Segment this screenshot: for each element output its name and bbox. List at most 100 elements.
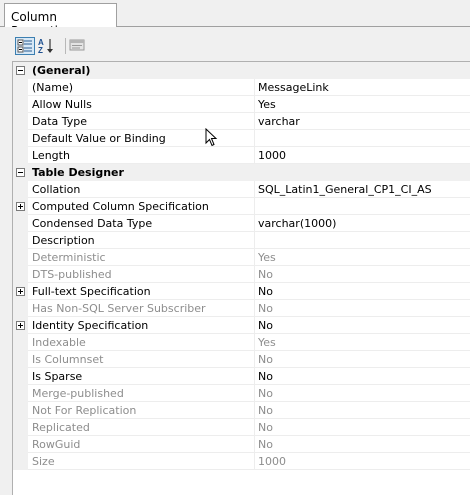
property-value: No xyxy=(258,353,273,366)
property-row[interactable]: Is Columnset No xyxy=(13,351,470,368)
collapse-icon[interactable] xyxy=(16,168,25,177)
property-value-cell[interactable]: 1000 xyxy=(254,147,470,164)
property-name-cell[interactable]: Replicated xyxy=(28,419,254,436)
row-gutter xyxy=(13,96,28,113)
property-row[interactable]: Is Sparse No xyxy=(13,368,470,385)
property-row[interactable]: (Name) MessageLink xyxy=(13,79,470,96)
property-name-cell[interactable]: Computed Column Specification xyxy=(28,198,254,215)
collapse-icon[interactable] xyxy=(16,66,25,75)
row-gutter xyxy=(13,79,28,96)
row-gutter xyxy=(13,334,28,351)
property-grid: (General) (Name) MessageLink Allow Nulls Yes… xyxy=(12,61,470,495)
property-row[interactable]: Replicated No xyxy=(13,419,470,436)
property-toolbar: A Z xyxy=(0,27,470,61)
property-name: Data Type xyxy=(32,115,88,128)
property-value: 1000 xyxy=(258,149,286,162)
property-row[interactable]: Merge-published No xyxy=(13,385,470,402)
row-gutter xyxy=(13,402,28,419)
property-value-cell[interactable]: No xyxy=(254,317,470,334)
tab-column-properties[interactable]: Column Properties xyxy=(4,3,117,38)
property-name-cell[interactable]: Description xyxy=(28,232,254,249)
category-row[interactable]: (General) xyxy=(13,62,470,79)
property-row[interactable]: Collation SQL_Latin1_General_CP1_CI_AS xyxy=(13,181,470,198)
property-name-cell[interactable]: Data Type xyxy=(28,113,254,130)
property-name-cell[interactable]: Deterministic xyxy=(28,249,254,266)
property-row[interactable]: Not For Replication No xyxy=(13,402,470,419)
row-gutter xyxy=(13,419,28,436)
expand-icon[interactable] xyxy=(16,287,25,296)
categorized-button[interactable] xyxy=(15,37,35,55)
property-row[interactable]: Full-text Specification No xyxy=(13,283,470,300)
property-name-cell[interactable]: Indexable xyxy=(28,334,254,351)
property-value-cell[interactable]: varchar(1000) xyxy=(254,215,470,232)
row-gutter xyxy=(13,130,28,147)
property-name-cell[interactable]: Not For Replication xyxy=(28,402,254,419)
property-value-cell[interactable]: No xyxy=(254,368,470,385)
property-value: No xyxy=(258,404,273,417)
property-row[interactable]: Length 1000 xyxy=(13,147,470,164)
alphabetical-button[interactable]: A Z xyxy=(37,37,57,55)
property-value-cell[interactable] xyxy=(254,130,470,147)
property-row[interactable]: DTS-published No xyxy=(13,266,470,283)
property-value: No xyxy=(258,421,273,434)
property-row[interactable]: Description xyxy=(13,232,470,249)
property-name-cell[interactable]: DTS-published xyxy=(28,266,254,283)
property-name-cell[interactable]: Full-text Specification xyxy=(28,283,254,300)
property-row[interactable]: Deterministic Yes xyxy=(13,249,470,266)
property-name-cell[interactable]: Identity Specification xyxy=(28,317,254,334)
property-row[interactable]: Indexable Yes xyxy=(13,334,470,351)
property-name: Replicated xyxy=(32,421,90,434)
property-value-cell[interactable]: varchar xyxy=(254,113,470,130)
expand-icon[interactable] xyxy=(16,321,25,330)
property-name: Default Value or Binding xyxy=(32,132,166,145)
property-value-cell[interactable] xyxy=(254,198,470,215)
property-name-cell[interactable]: RowGuid xyxy=(28,436,254,453)
property-row[interactable]: Default Value or Binding xyxy=(13,130,470,147)
property-row[interactable]: Data Type varchar xyxy=(13,113,470,130)
property-row[interactable]: Identity Specification No xyxy=(13,317,470,334)
property-name-cell[interactable]: Is Columnset xyxy=(28,351,254,368)
row-gutter xyxy=(13,317,28,334)
property-value-cell[interactable]: SQL_Latin1_General_CP1_CI_AS xyxy=(254,181,470,198)
property-name: RowGuid xyxy=(32,438,81,451)
row-gutter xyxy=(13,385,28,402)
property-name-cell[interactable]: Condensed Data Type xyxy=(28,215,254,232)
property-name-cell[interactable]: Default Value or Binding xyxy=(28,130,254,147)
property-row[interactable]: Size 1000 xyxy=(13,453,470,470)
property-name: Merge-published xyxy=(32,387,124,400)
expand-icon[interactable] xyxy=(16,202,25,211)
property-row[interactable]: RowGuid No xyxy=(13,436,470,453)
row-gutter xyxy=(13,232,28,249)
property-name-cell[interactable]: Has Non-SQL Server Subscriber xyxy=(28,300,254,317)
property-name-cell[interactable]: Allow Nulls xyxy=(28,96,254,113)
property-value-cell[interactable]: MessageLink xyxy=(254,79,470,96)
property-name: Condensed Data Type xyxy=(32,217,153,230)
row-gutter xyxy=(13,147,28,164)
property-value-cell: No xyxy=(254,266,470,283)
property-pages-button[interactable] xyxy=(68,37,88,55)
property-name-cell[interactable]: Merge-published xyxy=(28,385,254,402)
property-value-cell: Yes xyxy=(254,334,470,351)
property-value-cell[interactable]: Yes xyxy=(254,96,470,113)
property-row[interactable]: Has Non-SQL Server Subscriber No xyxy=(13,300,470,317)
property-row[interactable]: Condensed Data Type varchar(1000) xyxy=(13,215,470,232)
property-value-cell: 1000 xyxy=(254,453,470,470)
property-value: Yes xyxy=(258,336,276,349)
property-name: DTS-published xyxy=(32,268,112,281)
property-name-cell[interactable]: Is Sparse xyxy=(28,368,254,385)
property-value-cell[interactable]: No xyxy=(254,283,470,300)
property-value: SQL_Latin1_General_CP1_CI_AS xyxy=(258,183,432,196)
property-value-cell[interactable] xyxy=(254,232,470,249)
mouse-cursor-icon xyxy=(205,128,218,147)
property-value-cell: No xyxy=(254,300,470,317)
property-row[interactable]: Allow Nulls Yes xyxy=(13,96,470,113)
row-gutter xyxy=(13,351,28,368)
property-value: No xyxy=(258,285,273,298)
property-name-cell[interactable]: (Name) xyxy=(28,79,254,96)
row-gutter xyxy=(13,181,28,198)
property-row[interactable]: Computed Column Specification xyxy=(13,198,470,215)
property-name-cell[interactable]: Length xyxy=(28,147,254,164)
property-name-cell[interactable]: Collation xyxy=(28,181,254,198)
property-name-cell[interactable]: Size xyxy=(28,453,254,470)
category-row[interactable]: Table Designer xyxy=(13,164,470,181)
